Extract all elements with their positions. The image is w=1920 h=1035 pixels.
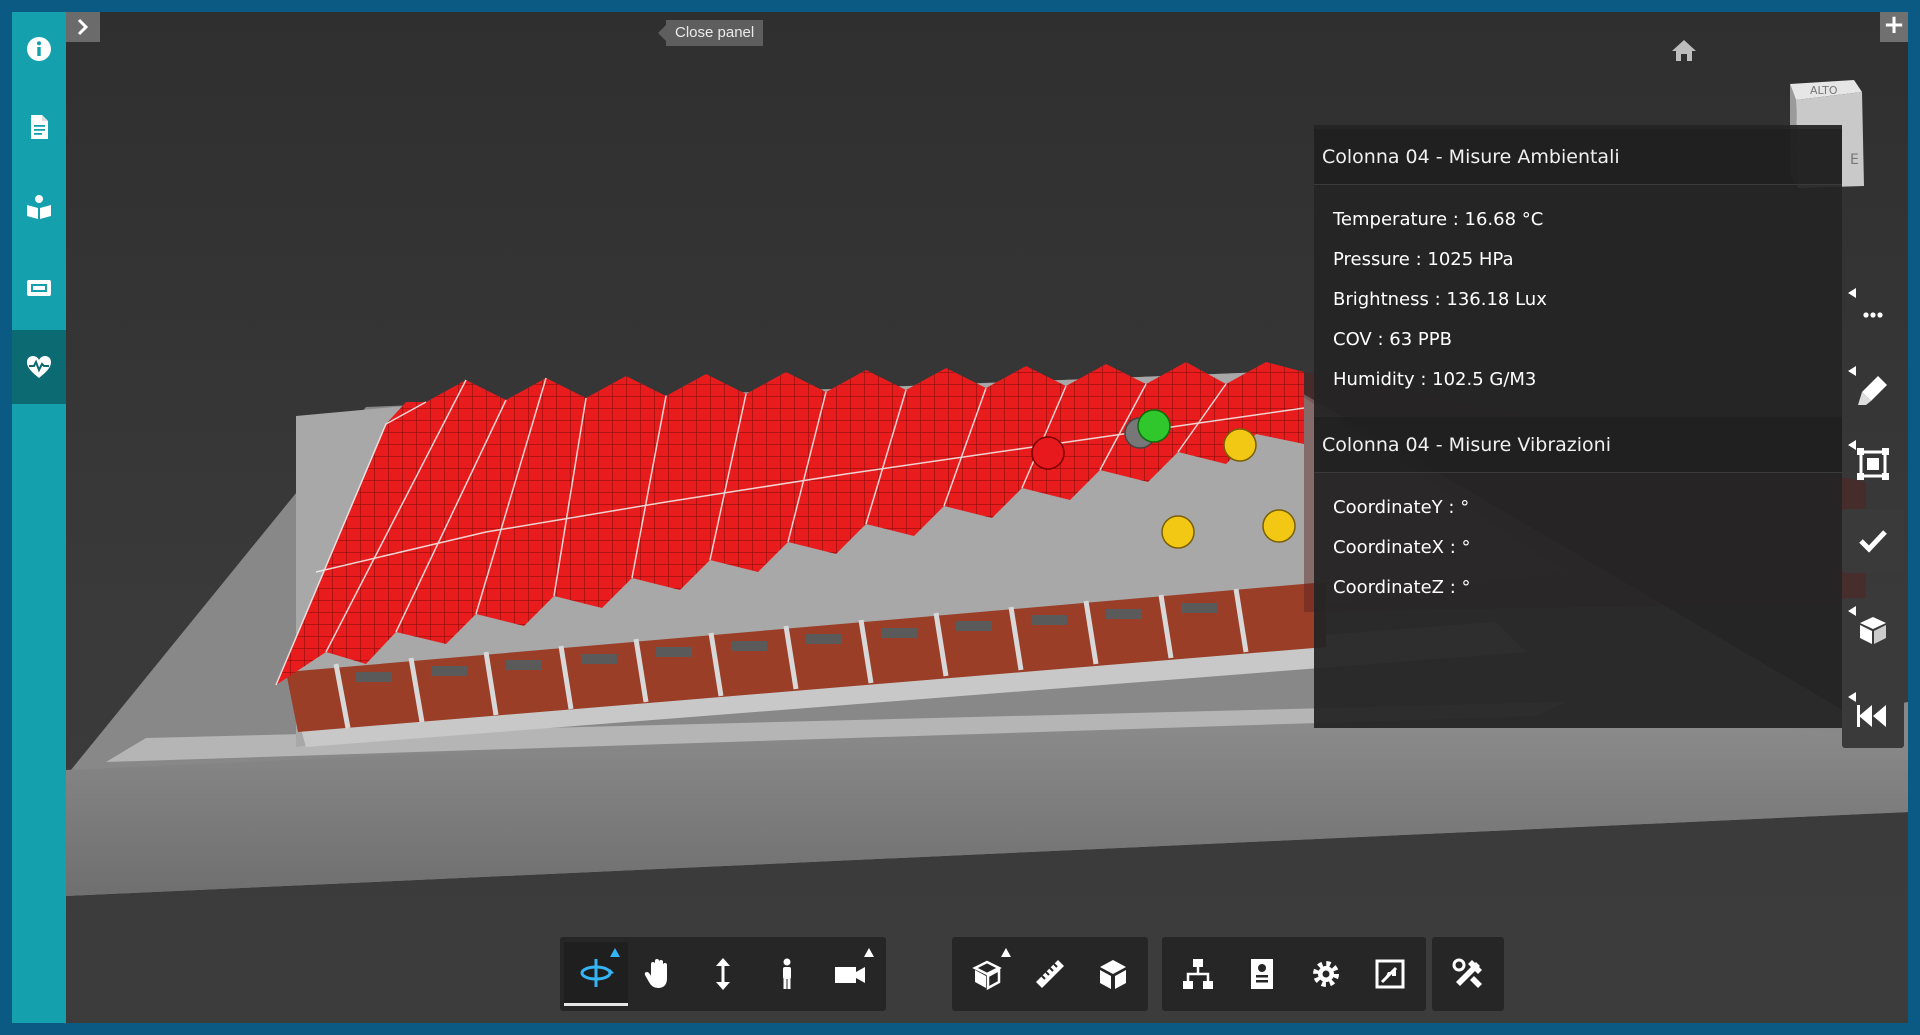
section-title-vibration: Colonna 04 - Misure Vibrazioni (1314, 417, 1842, 473)
section-box-button[interactable] (1842, 432, 1904, 496)
settings-icon (1313, 961, 1339, 987)
more-options-button[interactable] (1842, 280, 1904, 344)
highlighter-icon (1858, 376, 1887, 405)
humidity-row: Humidity : 102.5 G/M3 (1333, 369, 1537, 390)
orbit-icon (580, 958, 614, 987)
section-title-ambient: Colonna 04 - Misure Ambientali (1314, 129, 1842, 185)
sidebar-item-document[interactable] (12, 90, 66, 164)
expand-caret-icon (609, 948, 620, 957)
settings-button[interactable] (1294, 942, 1358, 1006)
orbit-button[interactable] (564, 942, 628, 1006)
sensor-marker-yellow[interactable] (1161, 515, 1195, 549)
measure-icon (1036, 960, 1064, 988)
ticket-icon (27, 280, 51, 296)
close-panel-tooltip: Close panel (657, 20, 764, 46)
pan-button[interactable] (628, 942, 692, 1006)
view-cube-side-label: E (1850, 152, 1859, 168)
document-icon (31, 115, 48, 139)
markup-button[interactable] (1842, 358, 1904, 422)
expand-caret-icon (1000, 948, 1011, 957)
sensor-marker-yellow[interactable] (1223, 428, 1257, 462)
expand-caret-icon (1848, 606, 1856, 616)
camera-icon (835, 967, 866, 983)
temperature-row: Temperature : 16.68 °C (1333, 209, 1544, 230)
panels-toolbar (1162, 937, 1426, 1011)
model-browser-icon (1183, 959, 1213, 989)
heart-pulse-icon (27, 356, 51, 378)
sensor-marker-red[interactable] (1031, 436, 1065, 470)
properties-button[interactable] (1230, 942, 1294, 1006)
sensor-info-panel: Colonna 04 - Misure Ambientali Temperatu… (1314, 125, 1842, 728)
expand-caret-icon (1848, 692, 1856, 702)
sidebar-item-reader[interactable] (12, 170, 66, 244)
sidebar-item-info[interactable] (12, 12, 66, 86)
coordinate-y-row: CoordinateY : ° (1333, 497, 1470, 518)
extensions-toolbar (1432, 937, 1504, 1011)
zoom-icon (715, 958, 730, 990)
first-person-icon (782, 958, 791, 989)
confirm-button[interactable] (1842, 509, 1904, 573)
navigation-toolbar (560, 937, 886, 1011)
3d-viewer[interactable]: Close panel + ALTO E Colonna 04 - Misure… (66, 12, 1908, 1023)
pressure-row: Pressure : 1025 HPa (1333, 249, 1514, 270)
camera-button[interactable] (818, 942, 882, 1006)
sidebar-item-health[interactable] (12, 330, 66, 404)
expand-caret-icon (863, 948, 874, 957)
expand-caret-icon (1848, 288, 1856, 298)
rewind-icon (1857, 705, 1886, 727)
add-button[interactable]: + (1880, 12, 1908, 42)
rewind-button[interactable] (1842, 684, 1904, 748)
sensor-marker-green[interactable] (1137, 409, 1171, 443)
toggle-panel-button[interactable] (66, 12, 100, 42)
coordinate-x-row: CoordinateX : ° (1333, 537, 1471, 558)
measure-button[interactable] (1019, 942, 1082, 1006)
add-cube-button[interactable] (1842, 598, 1904, 662)
expand-caret-icon (1848, 366, 1856, 376)
view-cube-top-label: ALTO (1810, 84, 1838, 97)
properties-icon (1251, 959, 1273, 989)
coordinate-z-row: CoordinateZ : ° (1333, 577, 1471, 598)
zoom-button[interactable] (691, 942, 755, 1006)
left-sidebar (12, 12, 66, 1023)
expand-caret-icon (1848, 440, 1856, 450)
section-button[interactable] (1081, 942, 1144, 1006)
model-browser-button[interactable] (1166, 942, 1230, 1006)
checkmark-icon (1859, 530, 1887, 553)
cov-row: COV : 63 PPB (1333, 329, 1452, 350)
info-icon (27, 37, 51, 61)
chevron-right-icon (77, 18, 89, 36)
sidebar-item-ticket[interactable] (12, 251, 66, 325)
first-person-button[interactable] (755, 942, 819, 1006)
home-icon[interactable] (1670, 36, 1698, 64)
explode-model-icon (972, 960, 1003, 991)
tools-button[interactable] (1436, 942, 1500, 1006)
more-icon (1863, 312, 1883, 318)
pan-icon (645, 959, 668, 988)
brightness-row: Brightness : 136.18 Lux (1333, 289, 1547, 310)
sensor-marker-yellow[interactable] (1262, 509, 1296, 543)
fullscreen-icon (1375, 959, 1405, 989)
section-icon (1099, 960, 1126, 989)
reading-person-icon (27, 195, 51, 219)
tools-icon (1452, 958, 1482, 988)
cube-add-icon (1860, 617, 1886, 644)
app-frame: Close panel + ALTO E Colonna 04 - Misure… (12, 12, 1908, 1023)
fullscreen-button[interactable] (1358, 942, 1422, 1006)
explode-model-button[interactable] (956, 942, 1019, 1006)
section-box-icon (1857, 448, 1889, 480)
model-toolbar (952, 937, 1148, 1011)
